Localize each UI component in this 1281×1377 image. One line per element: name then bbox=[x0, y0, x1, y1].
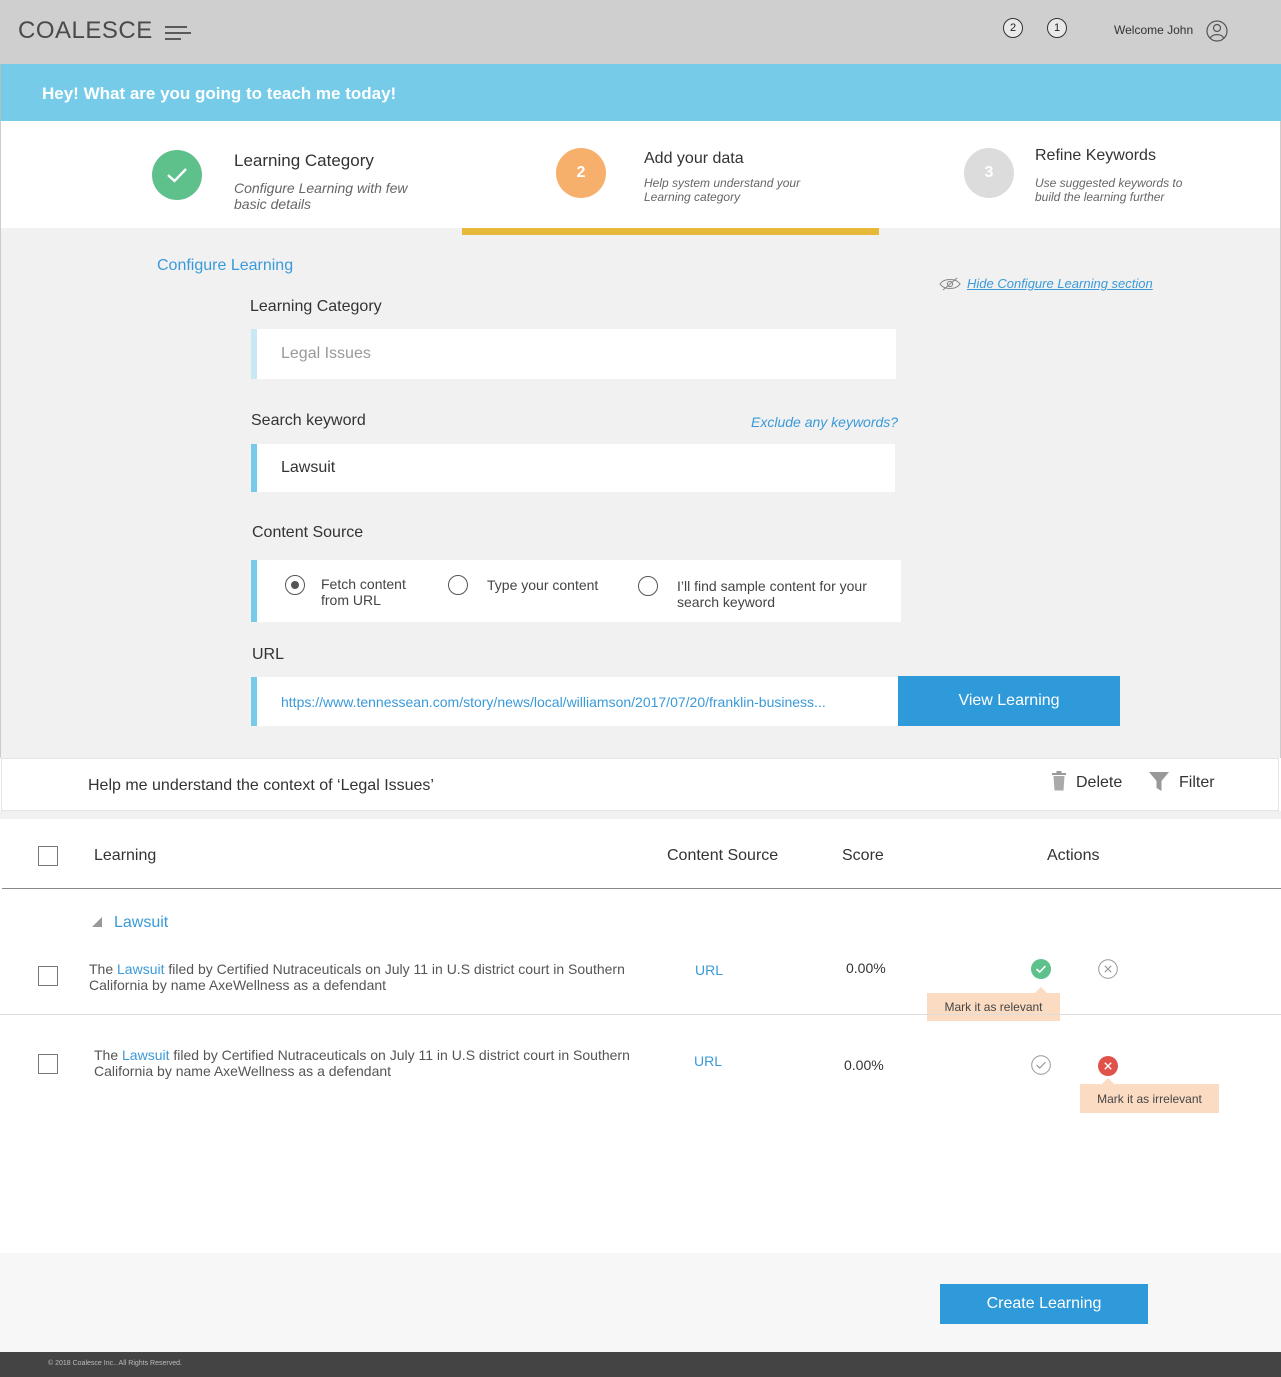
radio-type-content[interactable] bbox=[448, 575, 468, 595]
learning-category-field[interactable]: Legal Issues bbox=[251, 329, 896, 379]
row-1-score: 0.00% bbox=[846, 960, 886, 976]
row-2-relevant-check-icon[interactable] bbox=[1031, 1055, 1051, 1075]
step-2-number[interactable]: 2 bbox=[556, 148, 606, 198]
filter-icon[interactable] bbox=[1149, 772, 1169, 792]
collapse-caret-icon[interactable] bbox=[92, 917, 102, 927]
step-3-number[interactable]: 3 bbox=[964, 148, 1014, 198]
row-2-irrelevant-x-icon[interactable] bbox=[1098, 1056, 1118, 1076]
step-3-description: Use suggested keywords to build the lear… bbox=[1035, 176, 1183, 204]
notification-badge-icon[interactable]: 2 bbox=[1003, 18, 1023, 38]
row-1-checkbox[interactable] bbox=[38, 966, 58, 986]
filter-button[interactable]: Filter bbox=[1179, 774, 1215, 792]
banner-text: Hey! What are you going to teach me toda… bbox=[42, 84, 397, 103]
configure-learning-title[interactable]: Configure Learning bbox=[157, 257, 293, 275]
context-divider bbox=[0, 811, 1281, 819]
hide-eye-icon[interactable] bbox=[939, 277, 961, 291]
keyword-highlight[interactable]: Lawsuit bbox=[117, 961, 164, 977]
top-bar bbox=[0, 0, 1281, 64]
step-1-complete-check-icon[interactable] bbox=[152, 150, 202, 200]
hide-configure-learning-link[interactable]: Hide Configure Learning section bbox=[967, 276, 1153, 291]
row-2-score: 0.00% bbox=[844, 1057, 884, 1073]
row-1-irrelevant-x-icon[interactable] bbox=[1098, 959, 1118, 979]
irrelevant-tooltip: Mark it as irrelevant bbox=[1080, 1084, 1219, 1113]
step-progress-bar bbox=[462, 228, 879, 235]
view-learning-button[interactable]: View Learning bbox=[898, 676, 1120, 726]
column-header-learning[interactable]: Learning bbox=[94, 847, 156, 865]
row-1-source-link[interactable]: URL bbox=[695, 962, 723, 978]
column-header-actions: Actions bbox=[1047, 847, 1100, 864]
step-1-title: Learning Category bbox=[234, 151, 374, 170]
step-1-description: Configure Learning with few basic detail… bbox=[234, 180, 408, 212]
learning-category-label: Learning Category bbox=[250, 298, 382, 315]
row-2-checkbox[interactable] bbox=[38, 1054, 58, 1074]
step-2-title: Add your data bbox=[644, 150, 744, 167]
trash-icon[interactable] bbox=[1051, 771, 1067, 791]
search-keyword-field[interactable]: Lawsuit bbox=[251, 444, 895, 492]
create-learning-button[interactable]: Create Learning bbox=[940, 1284, 1148, 1324]
step-2-description: Help system understand your Learning cat… bbox=[644, 176, 801, 204]
copyright-text: © 2018 Coalesce Inc.. All Rights Reserve… bbox=[48, 1360, 182, 1367]
row-1-relevant-check-icon[interactable] bbox=[1031, 959, 1051, 979]
welcome-text: Welcome John bbox=[1114, 23, 1194, 37]
column-header-score[interactable]: Score bbox=[842, 847, 884, 865]
delete-button[interactable]: Delete bbox=[1076, 774, 1122, 792]
group-label-lawsuit[interactable]: Lawsuit bbox=[114, 914, 168, 932]
search-keyword-label: Search keyword bbox=[251, 412, 366, 429]
url-field[interactable]: https://www.tennessean.com/story/news/lo… bbox=[251, 677, 898, 726]
app-logo[interactable]: COALESCE bbox=[18, 17, 153, 45]
user-avatar-icon[interactable] bbox=[1206, 20, 1228, 42]
keyword-highlight[interactable]: Lawsuit bbox=[122, 1047, 169, 1063]
radio-label-fetch-from-url: Fetch content from URL bbox=[321, 576, 406, 608]
radio-label-sample-content: I’ll find sample content for your search… bbox=[677, 578, 867, 610]
row-2-learning-text: The Lawsuit filed by Certified Nutraceut… bbox=[94, 1047, 630, 1079]
row-divider bbox=[0, 1014, 1281, 1015]
column-header-content-source[interactable]: Content Source bbox=[667, 847, 778, 865]
radio-fetch-from-url[interactable] bbox=[285, 575, 305, 595]
step-3-title: Refine Keywords bbox=[1035, 147, 1156, 164]
table-header-divider bbox=[2, 888, 1281, 889]
radio-label-type-content: Type your content bbox=[487, 577, 599, 593]
message-badge-icon[interactable]: 1 bbox=[1047, 18, 1067, 38]
url-label: URL bbox=[252, 646, 285, 663]
content-source-label: Content Source bbox=[252, 524, 364, 541]
context-title: Help me understand the context of ‘Legal… bbox=[88, 777, 434, 794]
row-1-learning-text: The Lawsuit filed by Certified Nutraceut… bbox=[89, 961, 625, 993]
relevant-tooltip: Mark it as relevant bbox=[927, 993, 1060, 1021]
footer bbox=[0, 1352, 1281, 1377]
radio-sample-content[interactable] bbox=[638, 576, 658, 596]
row-2-source-link[interactable]: URL bbox=[694, 1053, 722, 1069]
hamburger-menu-icon[interactable] bbox=[165, 26, 191, 42]
select-all-checkbox[interactable] bbox=[38, 846, 58, 866]
exclude-keywords-link[interactable]: Exclude any keywords? bbox=[751, 414, 898, 430]
